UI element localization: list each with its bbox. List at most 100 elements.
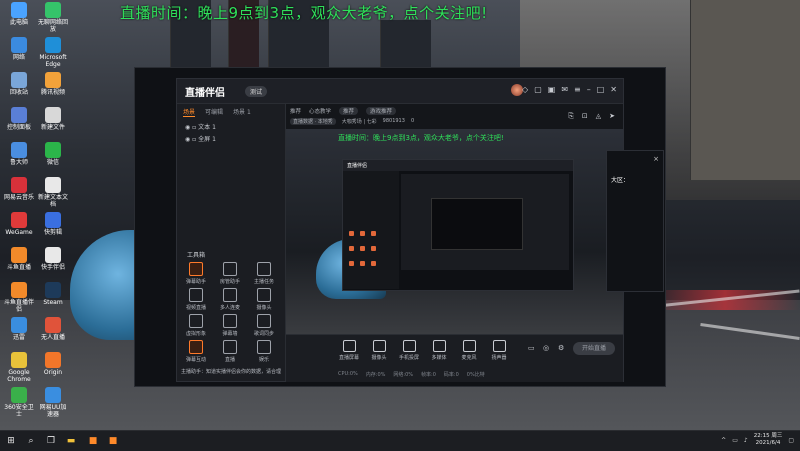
desktop-icon[interactable]: 快剪辑 bbox=[38, 212, 68, 236]
maximize-icon[interactable]: □ bbox=[597, 85, 605, 94]
file-explorer-icon[interactable]: ▬ bbox=[64, 434, 78, 448]
time-text: 22:15 周三 bbox=[753, 433, 783, 439]
lock-icon[interactable]: ⊡ bbox=[582, 112, 588, 121]
desktop-icon[interactable]: Google Chrome bbox=[4, 352, 34, 383]
app-icon bbox=[11, 212, 27, 228]
desktop-icon[interactable]: 鲁大师 bbox=[4, 142, 34, 166]
shirt-icon[interactable]: ◇ bbox=[522, 85, 528, 94]
desktop-icon[interactable]: 新建文本文档 bbox=[38, 177, 68, 208]
title-icons: ◇ ▢ ▣ ✉ ≡ – □ ✕ bbox=[522, 85, 617, 94]
minimize-icon[interactable]: – bbox=[587, 85, 591, 94]
desktop-icon[interactable]: WeGame bbox=[4, 212, 34, 236]
taskview-icon[interactable]: ❐ bbox=[44, 434, 58, 448]
desktop-icon[interactable]: 腾讯视频 bbox=[38, 72, 68, 96]
eye-icon[interactable]: ◉ bbox=[185, 136, 190, 143]
share-icon[interactable]: ⎘ bbox=[568, 112, 574, 121]
tool-icon bbox=[189, 288, 203, 302]
desktop-icon-label: 无人直播 bbox=[40, 334, 65, 341]
tool-item[interactable]: 视频直播 bbox=[183, 288, 209, 311]
tool-item[interactable]: 房管助手 bbox=[217, 262, 243, 285]
chat-icon[interactable]: ▢ bbox=[534, 85, 542, 94]
building bbox=[690, 0, 800, 180]
desktop-icon[interactable]: 新建文件 bbox=[38, 107, 68, 131]
tool-item[interactable]: 弹幕墙 bbox=[217, 314, 243, 337]
desktop-icon[interactable]: 迅雷 bbox=[4, 317, 34, 341]
close-icon[interactable]: ✕ bbox=[610, 85, 617, 94]
desktop-icon[interactable]: 微信 bbox=[38, 142, 68, 166]
desktop-icon[interactable]: 网络 bbox=[4, 37, 34, 61]
tool-item[interactable]: 虚拟形象 bbox=[183, 314, 209, 337]
desktop-icon[interactable]: 网易UU加速器 bbox=[38, 387, 68, 418]
live-companion-icon[interactable]: ■ bbox=[106, 434, 120, 448]
taskbar: ⊞ ⌕ ❐ ▬ ■ ■ ^ ▭ ♪ 22:15 周三 2021/6/4 ▢ bbox=[0, 430, 800, 451]
scene-tab[interactable]: 推荐 bbox=[290, 107, 301, 115]
start-live-button[interactable]: 开始直播 bbox=[573, 342, 615, 355]
desktop-icon-label: 无聊网络回放 bbox=[38, 19, 69, 33]
eye-icon[interactable]: ◎ bbox=[543, 344, 549, 352]
scene-tab[interactable]: 推荐 bbox=[339, 107, 359, 115]
source-item[interactable]: ◉ ▫ 全屏 1 bbox=[185, 134, 216, 143]
bell-icon[interactable]: ◬ bbox=[596, 112, 601, 121]
source-item[interactable]: ◉ ▫ 文本 1 bbox=[185, 122, 216, 131]
gift-icon[interactable]: ▣ bbox=[548, 85, 556, 94]
tool-label: 弹幕助手 bbox=[185, 279, 206, 285]
live-preview[interactable]: 直播时间：晚上9点到3点，观众大老爷，点个关注吧! 直播伴侣 bbox=[286, 129, 623, 334]
desktop-icon[interactable]: 快手伴侣 bbox=[38, 247, 68, 271]
send-icon[interactable]: ➤ bbox=[609, 112, 615, 121]
desktop-icon[interactable]: 无人直播 bbox=[38, 317, 68, 341]
desktop-icon[interactable]: Origin bbox=[38, 352, 68, 376]
tool-icon bbox=[223, 262, 237, 276]
tool-label: 弹幕互动 bbox=[185, 357, 206, 363]
tool-item[interactable]: 歌词同步 bbox=[251, 314, 277, 337]
menu-icon[interactable]: ≡ bbox=[574, 85, 581, 94]
info-item[interactable]: 直播数据 · 本地秀 bbox=[290, 118, 336, 125]
gear-icon[interactable]: ⚙ bbox=[558, 344, 564, 352]
tool-item[interactable]: 弹幕互动 bbox=[183, 340, 209, 363]
network-icon[interactable]: ▭ bbox=[732, 437, 738, 444]
desktop-icon[interactable]: 网易云音乐 bbox=[4, 177, 34, 201]
app-icon bbox=[45, 352, 61, 368]
scene-tab[interactable]: 心态教学 bbox=[309, 107, 331, 115]
title-bar[interactable]: 直播伴侣 测试 ◇ ▢ ▣ ✉ ≡ – □ ✕ bbox=[177, 79, 623, 104]
volume-icon[interactable]: ♪ bbox=[744, 437, 748, 444]
desktop-icon[interactable]: 360安全卫士 bbox=[4, 387, 34, 418]
tool-item[interactable]: 直播 bbox=[217, 340, 243, 363]
clock[interactable]: 22:15 周三 2021/6/4 bbox=[754, 433, 783, 447]
app-icon bbox=[45, 2, 61, 18]
windows-icon[interactable]: ⊞ bbox=[4, 434, 18, 448]
camera-icon bbox=[372, 340, 386, 352]
tool-item[interactable]: 娱乐 bbox=[251, 340, 277, 363]
desktop-icon[interactable]: 斗鱼直播 bbox=[4, 247, 34, 271]
tab-scene-1[interactable]: 场景 1 bbox=[233, 107, 251, 117]
mail-icon[interactable]: ✉ bbox=[561, 85, 568, 94]
tab-editable[interactable]: 可编辑 bbox=[205, 107, 223, 117]
desktop-icon[interactable]: 控制面板 bbox=[4, 107, 34, 131]
tab-scene[interactable]: 场景 bbox=[183, 107, 196, 117]
desktop-icon[interactable]: 无聊网络回放 bbox=[38, 2, 68, 33]
desktop-icon[interactable]: 回收站 bbox=[4, 72, 34, 96]
tool-item[interactable]: 多人连麦 bbox=[217, 288, 243, 311]
record-icon[interactable]: ▭ bbox=[528, 344, 535, 352]
stat-item: CPU:0% bbox=[338, 371, 358, 377]
tool-item[interactable]: 摄像头 bbox=[251, 288, 277, 311]
app-icon bbox=[11, 387, 27, 403]
tool-item[interactable]: 主播任务 bbox=[251, 262, 277, 285]
scene-tabs: 推荐 心态教学 推荐 游戏推荐 bbox=[290, 107, 397, 115]
tray-up-icon[interactable]: ^ bbox=[721, 437, 726, 444]
version-badge[interactable]: 测试 bbox=[245, 86, 268, 97]
eye-icon[interactable]: ◉ bbox=[185, 124, 190, 131]
nested-preview-inner bbox=[431, 198, 523, 250]
tool-item[interactable]: 弹幕助手 bbox=[183, 262, 209, 285]
desktop-icon[interactable]: 斗鱼直播伴侣 bbox=[4, 282, 34, 313]
search-icon[interactable]: ⌕ bbox=[24, 434, 38, 448]
close-icon[interactable]: × bbox=[653, 155, 659, 163]
lock-icon[interactable]: ▫ bbox=[192, 124, 196, 131]
lock-icon[interactable]: ▫ bbox=[192, 136, 196, 143]
live-assistant-icon[interactable]: ■ bbox=[86, 434, 100, 448]
desktop-icon[interactable]: Steam bbox=[38, 282, 68, 306]
desktop-icon[interactable]: 此电脑 bbox=[4, 2, 34, 26]
source-label: 全屏 1 bbox=[198, 136, 216, 143]
notification-icon[interactable]: ▢ bbox=[788, 437, 794, 444]
desktop-icon[interactable]: Microsoft Edge bbox=[38, 37, 68, 68]
scene-tab[interactable]: 游戏推荐 bbox=[366, 107, 397, 115]
